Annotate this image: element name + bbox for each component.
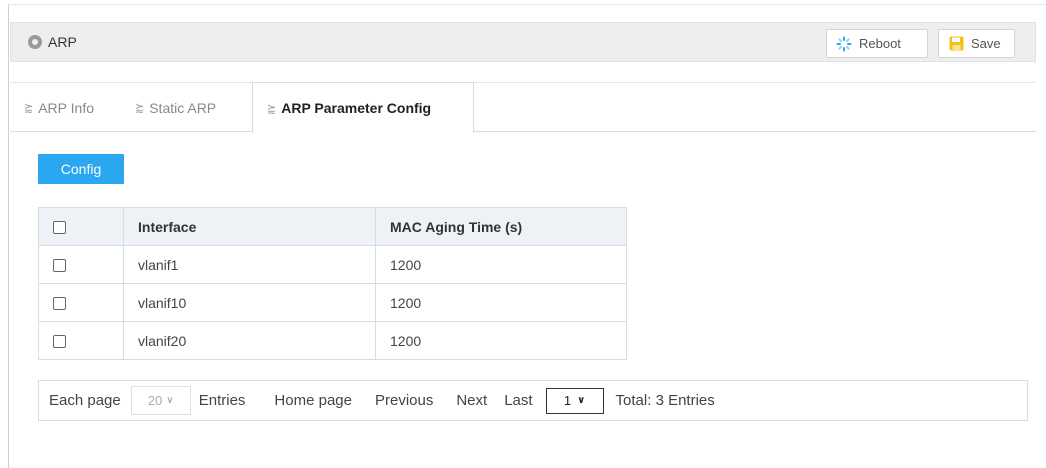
spinner-icon [835,35,853,53]
table-row: vlanif10 1200 [38,283,627,322]
select-all-cell [38,207,124,246]
tab-static-arp[interactable]: ⪸ Static ARP [135,83,216,132]
chevron-right-icon: ⪸ [267,102,277,115]
page-title: ARP [48,34,77,50]
tab-arp-parameter-config[interactable]: ⪸ ARP Parameter Config [252,82,474,133]
reboot-label: Reboot [859,36,901,51]
save-label: Save [971,36,1001,51]
column-header-interface: Interface [123,207,376,246]
row-checkbox[interactable] [53,297,66,311]
chevron-down-icon: ∨ [166,395,174,406]
select-all-checkbox[interactable] [53,221,66,235]
each-page-label: Each page [49,392,121,409]
chevron-right-icon: ⪸ [135,102,145,114]
chevron-down-icon: ∨ [577,395,586,406]
home-page-link[interactable]: Home page [274,392,352,409]
last-page-link[interactable]: Last [504,392,532,409]
column-header-mac-aging: MAC Aging Time (s) [375,207,627,246]
tab-bar: ⪸ ARP Info ⪸ Static ARP ⪸ ARP Parameter … [10,82,1036,133]
page-size-select[interactable]: 20 ∨ [130,386,191,415]
row-select-cell [38,283,124,322]
config-button[interactable]: Config [38,154,124,184]
interface-cell: vlanif20 [123,321,376,360]
floppy-disk-icon [947,35,965,53]
tab-label: Static ARP [149,99,217,116]
row-select-cell [38,321,124,360]
page-number-select[interactable]: 1 ∨ [545,387,604,414]
mac-aging-cell: 1200 [375,283,627,322]
table-header-row: Interface MAC Aging Time (s) [38,207,627,246]
tab-arp-info[interactable]: ⪸ ARP Info [24,83,94,132]
table-row: vlanif20 1200 [38,321,627,360]
reboot-button[interactable]: Reboot [826,29,928,58]
arp-parameter-table: Interface MAC Aging Time (s) vlanif1 120… [38,207,627,360]
page-size-value: 20 [147,393,163,408]
row-checkbox[interactable] [53,259,66,273]
mac-aging-cell: 1200 [375,321,627,360]
location-pin-icon [28,35,42,49]
interface-cell: vlanif1 [123,245,376,284]
table-row: vlanif1 1200 [38,245,627,284]
mac-aging-cell: 1200 [375,245,627,284]
pagination-bar: Each page 20 ∨ Entries Home page Previou… [38,380,1028,421]
next-page-link[interactable]: Next [456,392,487,409]
row-checkbox[interactable] [53,335,66,349]
interface-cell: vlanif10 [123,283,376,322]
entries-label: Entries [198,392,246,409]
row-select-cell [38,245,124,284]
previous-page-link[interactable]: Previous [375,392,433,409]
save-button[interactable]: Save [938,29,1015,58]
total-entries-label: Total: 3 Entries [615,392,715,409]
page-number-value: 1 [563,393,572,408]
tab-label: ARP Parameter Config [281,100,432,116]
chevron-right-icon: ⪸ [24,102,34,114]
page-header: ARP Reboot Save [10,22,1036,62]
tab-label: ARP Info [38,99,94,116]
